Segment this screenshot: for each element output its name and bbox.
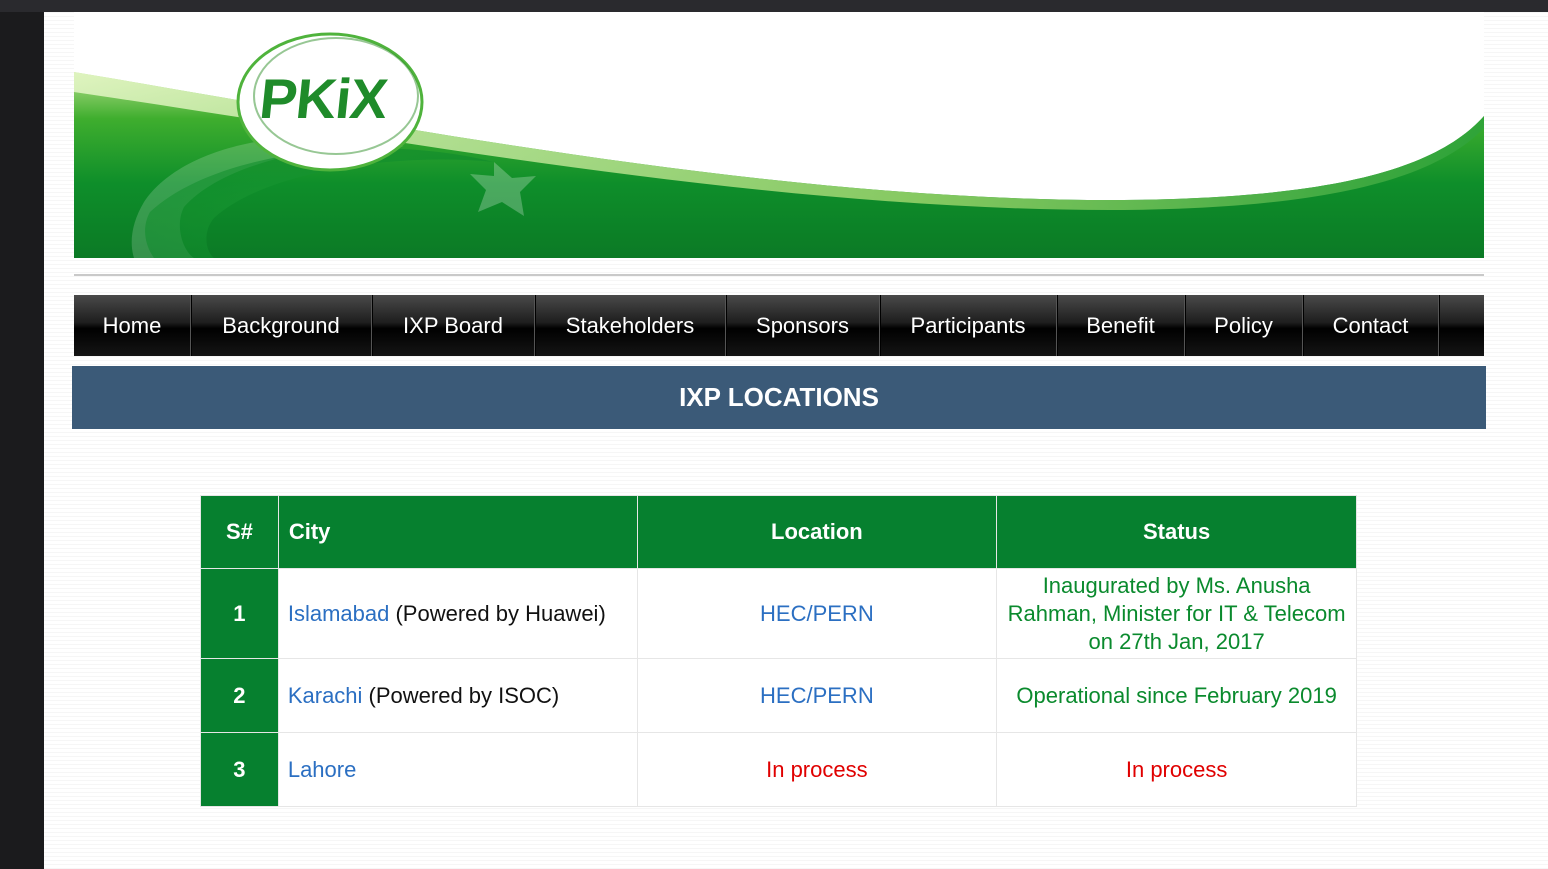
table-row: 3 Lahore In process In process	[200, 732, 1357, 807]
table-row: 2 Karachi (Powered by ISOC) HEC/PERN Ope…	[200, 658, 1357, 733]
left-margin	[0, 12, 44, 869]
header-banner: PKiX	[74, 12, 1484, 258]
table-row: 1 Islamabad (Powered by Huawei) HEC/PERN…	[200, 568, 1357, 659]
nav-sponsors[interactable]: Sponsors	[726, 295, 880, 356]
nav-background[interactable]: Background	[191, 295, 372, 356]
row-status: Inaugurated by Ms. Anusha Rahman, Minist…	[996, 568, 1357, 659]
table-header-row: S# City Location Status	[200, 495, 1357, 569]
row-location: In process	[636, 732, 998, 807]
nav-stakeholders[interactable]: Stakeholders	[535, 295, 726, 356]
row-city: Islamabad (Powered by Huawei)	[277, 568, 638, 659]
row-location: HEC/PERN	[636, 658, 998, 733]
row-status: In process	[996, 732, 1357, 807]
pkix-logo[interactable]: PKiX	[257, 66, 391, 131]
browser-top-edge	[0, 0, 1548, 12]
row-city: Lahore	[277, 732, 638, 807]
header-city: City	[277, 495, 638, 569]
row-sn: 1	[200, 568, 279, 659]
section-title: IXP LOCATIONS	[679, 382, 879, 412]
nav-benefit[interactable]: Benefit	[1057, 295, 1185, 356]
row-status: Operational since February 2019	[996, 658, 1357, 733]
row-sn: 3	[200, 732, 279, 807]
header-status: Status	[996, 495, 1357, 569]
section-title-bar: IXP LOCATIONS	[72, 366, 1486, 429]
nav-contact[interactable]: Contact	[1303, 295, 1439, 356]
city-link-islamabad[interactable]: Islamabad	[288, 601, 390, 626]
city-note: (Powered by Huawei)	[389, 600, 606, 626]
flag-swoosh-graphic	[74, 32, 1484, 258]
header-divider	[74, 274, 1484, 276]
row-location: HEC/PERN	[636, 568, 998, 659]
city-link-karachi[interactable]: Karachi	[288, 683, 363, 708]
city-link-lahore[interactable]: Lahore	[288, 757, 357, 782]
main-nav: Home Background IXP Board Stakeholders S…	[74, 295, 1484, 356]
city-note: (Powered by ISOC)	[362, 682, 560, 708]
nav-home[interactable]: Home	[74, 295, 191, 356]
row-sn: 2	[200, 658, 279, 733]
nav-policy[interactable]: Policy	[1185, 295, 1303, 356]
nav-ixp-board[interactable]: IXP Board	[372, 295, 535, 356]
logo-text: PKiX	[256, 67, 391, 130]
header-location: Location	[636, 495, 998, 569]
nav-participants[interactable]: Participants	[880, 295, 1057, 356]
header-sn: S#	[200, 495, 279, 569]
ixp-locations-table: S# City Location Status 1 Islamabad (Pow…	[200, 495, 1357, 807]
page: PKiX Home Background IXP Board Stakehold…	[44, 12, 1548, 869]
row-city: Karachi (Powered by ISOC)	[277, 658, 638, 733]
